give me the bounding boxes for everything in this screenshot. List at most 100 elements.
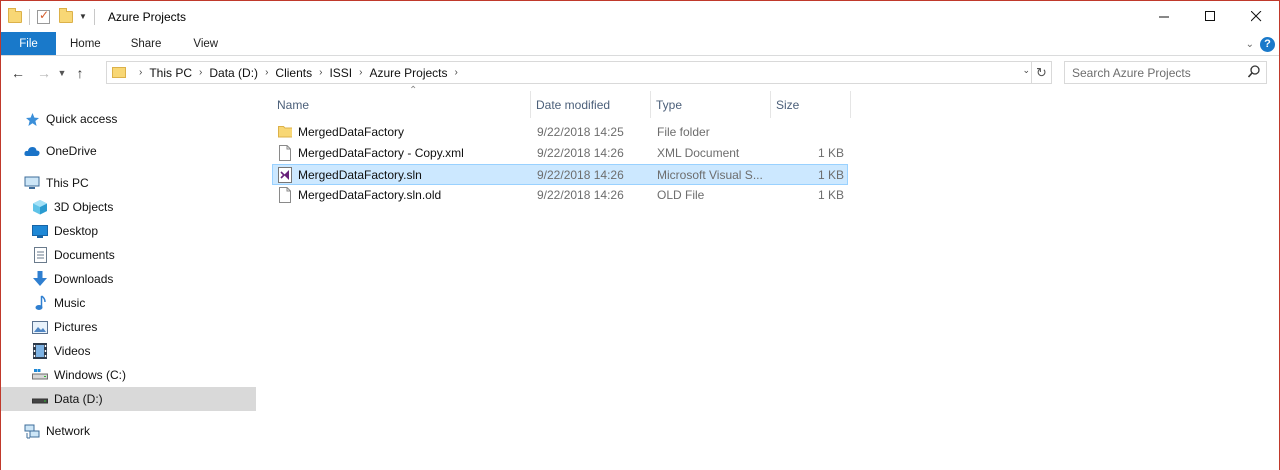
breadcrumb-separator-icon[interactable]: › — [455, 67, 458, 78]
nav-item-pictures[interactable]: Pictures — [1, 315, 256, 339]
breadcrumb-issi[interactable]: ISSI — [329, 66, 352, 80]
drive-icon — [32, 367, 48, 383]
file-list-pane: ⌃ Name Date modified Type Size MergedDat… — [258, 85, 1279, 470]
nav-item-windows-c[interactable]: Windows (C:) — [1, 363, 256, 387]
nav-item-quick-access[interactable]: Quick access — [1, 107, 256, 131]
nav-item-label: Windows (C:) — [54, 368, 127, 382]
address-bar[interactable]: › This PC › Data (D:) › Clients › ISSI ›… — [106, 61, 1052, 84]
search-input[interactable]: Search Azure Projects — [1064, 61, 1267, 84]
back-arrow-icon[interactable]: ← — [7, 65, 29, 81]
breadcrumb-azure-projects[interactable]: Azure Projects — [369, 66, 447, 80]
ribbon-right-controls: ⌄ ? — [1246, 32, 1275, 56]
music-icon — [32, 295, 48, 311]
nav-item-data-d[interactable]: Data (D:) — [1, 387, 256, 411]
nav-item-music[interactable]: Music — [1, 291, 256, 315]
download-icon — [32, 271, 48, 287]
computer-icon — [24, 175, 40, 191]
column-header-size[interactable]: Size — [771, 91, 851, 118]
file-name: MergedDataFactory.sln.old — [298, 187, 442, 202]
forward-arrow-icon[interactable]: → — [33, 65, 55, 81]
breadcrumb-separator-icon[interactable]: › — [319, 67, 322, 78]
minimize-button[interactable] — [1141, 1, 1187, 32]
file-type: XML Document — [657, 145, 740, 160]
quick-access-toolbar: ▼ — [1, 1, 102, 32]
nav-item-desktop[interactable]: Desktop — [1, 219, 256, 243]
column-header-date-modified[interactable]: Date modified — [531, 91, 651, 118]
file-name-cell: MergedDataFactory.sln — [278, 165, 422, 184]
navigation-pane: Quick access OneDrive This PC 3D Objects… — [1, 89, 256, 470]
file-name: MergedDataFactory - Copy.xml — [298, 145, 464, 160]
nav-item-this-pc[interactable]: This PC — [1, 171, 256, 195]
customize-dropdown-icon[interactable]: ▼ — [79, 12, 87, 21]
column-headers: ⌃ Name Date modified Type Size — [272, 85, 852, 118]
file-name: MergedDataFactory — [298, 124, 405, 139]
help-icon[interactable]: ? — [1260, 36, 1275, 52]
file-date: 9/22/2018 14:26 — [537, 167, 624, 182]
nav-item-label: Data (D:) — [54, 392, 103, 406]
breadcrumb-separator-icon[interactable]: › — [199, 67, 202, 78]
nav-item-label: Downloads — [54, 272, 114, 286]
nav-item-documents[interactable]: Documents — [1, 243, 256, 267]
file-icon — [279, 186, 291, 203]
divider — [29, 8, 30, 25]
refresh-icon[interactable]: ↻ — [1031, 62, 1051, 83]
recent-locations-chevron-icon[interactable]: ▼ — [55, 68, 69, 78]
file-row[interactable]: MergedDataFactory - Copy.xml 9/22/2018 1… — [272, 143, 848, 164]
address-dropdown-icon[interactable]: ⌄ — [1022, 65, 1030, 76]
maximize-button[interactable] — [1187, 1, 1233, 32]
tab-file[interactable]: File — [1, 32, 56, 55]
nav-item-label: Pictures — [54, 320, 98, 334]
breadcrumb-separator-icon[interactable]: › — [265, 67, 268, 78]
divider — [93, 8, 95, 25]
ribbon-tabs: File Home Share View ⌄ ? — [1, 32, 1279, 56]
file-date: 9/22/2018 14:26 — [537, 187, 624, 202]
file-name-cell: MergedDataFactory.sln.old — [278, 185, 441, 204]
expand-ribbon-icon[interactable]: ⌄ — [1246, 39, 1254, 50]
star-icon — [24, 111, 40, 127]
file-name-cell: MergedDataFactory — [278, 122, 404, 141]
nav-item-label: Documents — [54, 248, 115, 262]
close-button[interactable] — [1233, 1, 1279, 32]
breadcrumb-this-pc[interactable]: This PC — [149, 66, 192, 80]
file-row[interactable]: MergedDataFactory 9/22/2018 14:25 File f… — [272, 122, 848, 143]
folder-icon — [278, 125, 292, 137]
nav-item-label: Desktop — [54, 224, 99, 238]
breadcrumb-separator-icon[interactable]: › — [359, 67, 362, 78]
breadcrumb-data-drive[interactable]: Data (D:) — [209, 66, 258, 80]
file-type: OLD File — [657, 187, 705, 202]
picture-icon — [32, 319, 48, 335]
folder-icon — [112, 67, 126, 78]
nav-item-label: This PC — [46, 176, 89, 190]
folder-icon — [8, 7, 22, 23]
new-folder-icon[interactable] — [59, 7, 73, 23]
file-size: 1 KB — [817, 187, 844, 202]
tab-home[interactable]: Home — [56, 32, 115, 55]
tab-share[interactable]: Share — [115, 32, 178, 55]
window-controls — [1141, 1, 1279, 32]
nav-item-label: Quick access — [46, 112, 118, 126]
title-bar: ▼ Azure Projects — [1, 1, 1279, 32]
desktop-icon — [32, 223, 48, 239]
nav-item-network[interactable]: Network — [1, 419, 256, 443]
search-icon[interactable] — [1248, 65, 1260, 79]
properties-icon[interactable] — [37, 8, 50, 24]
tab-view[interactable]: View — [177, 32, 234, 55]
drive-icon — [32, 391, 48, 407]
cube-icon — [32, 199, 48, 215]
file-row-selected[interactable]: MergedDataFactory.sln 9/22/2018 14:26 Mi… — [272, 164, 848, 185]
nav-item-downloads[interactable]: Downloads — [1, 267, 256, 291]
nav-item-label: OneDrive — [46, 144, 97, 158]
nav-item-onedrive[interactable]: OneDrive — [1, 139, 256, 163]
nav-item-videos[interactable]: Videos — [1, 339, 256, 363]
breadcrumb-clients[interactable]: Clients — [275, 66, 312, 80]
close-icon — [1250, 11, 1261, 22]
file-row[interactable]: MergedDataFactory.sln.old 9/22/2018 14:2… — [272, 185, 848, 206]
navigation-bar: ← → ▼ ↑ › This PC › Data (D:) › Clients … — [1, 57, 1279, 88]
search-placeholder: Search Azure Projects — [1072, 65, 1191, 80]
up-arrow-icon[interactable]: ↑ — [69, 65, 91, 81]
column-header-type[interactable]: Type — [651, 91, 771, 118]
column-header-name[interactable]: Name — [272, 91, 531, 118]
breadcrumb-separator-icon[interactable]: › — [139, 67, 142, 78]
cloud-icon — [24, 143, 40, 159]
nav-item-3d-objects[interactable]: 3D Objects — [1, 195, 256, 219]
